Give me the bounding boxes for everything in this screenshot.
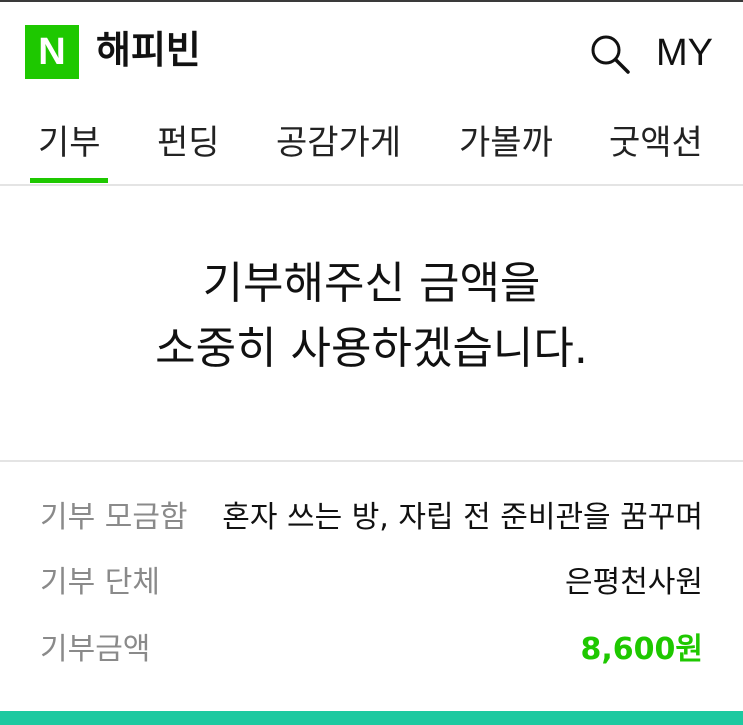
donation-amount-value: 8,600원 (580, 632, 704, 667)
donation-org-row: 기부 단체 은평천사원 (0, 553, 743, 613)
tab-funding[interactable]: 펀딩 (157, 122, 220, 164)
thank-you-message: 기부해주신 금액을 소중히 사용하겠습니다. (0, 186, 743, 462)
tab-donate[interactable]: 기부 (38, 122, 101, 164)
donation-org-value[interactable]: 은평천사원 (565, 553, 703, 613)
brand-title[interactable]: 해피빈 (96, 26, 201, 74)
thank-you-line-2: 소중히 사용하겠습니다. (155, 323, 588, 374)
tab-good-action[interactable]: 굿액션 (609, 122, 703, 164)
donation-box-row: 기부 모금함 혼자 쓰는 방, 자립 전 준비관을 꿈꾸며 (0, 488, 743, 548)
app-header: N 해피빈 MY (0, 2, 743, 102)
category-tabs: 기부 펀딩 공감가게 가볼까 굿액션 (0, 102, 743, 186)
bottom-action-bar[interactable] (0, 711, 743, 725)
my-page-button[interactable]: MY (656, 29, 713, 77)
thank-you-line-1: 기부해주신 금액을 (202, 258, 541, 309)
donation-box-value[interactable]: 혼자 쓰는 방, 자립 전 준비관을 꿈꾸며 (222, 488, 703, 548)
donation-amount-row: 기부금액 8,600원 (0, 620, 743, 680)
naver-logo[interactable]: N (25, 25, 79, 79)
donation-org-label: 기부 단체 (40, 565, 160, 600)
donation-box-label: 기부 모금함 (40, 500, 188, 535)
active-tab-indicator (30, 178, 108, 183)
tab-empathy-store[interactable]: 공감가게 (276, 122, 401, 164)
donation-amount-label: 기부금액 (40, 632, 151, 667)
tab-shall-we-go[interactable]: 가볼까 (459, 122, 553, 164)
search-icon[interactable] (586, 32, 634, 80)
